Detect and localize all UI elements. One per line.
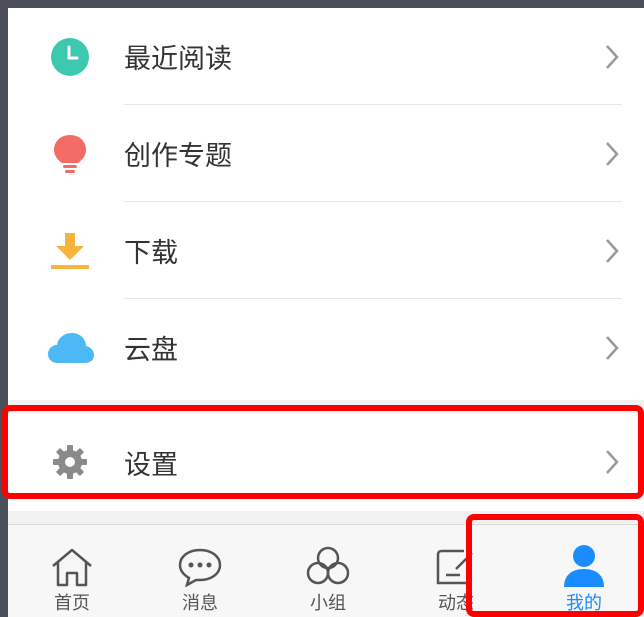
tab-label: 动态	[438, 593, 474, 614]
tab-messages[interactable]: 消息	[150, 525, 250, 617]
tab-label: 小组	[310, 593, 346, 614]
chevron-right-icon	[602, 333, 622, 363]
tab-activity[interactable]: 动态	[406, 525, 506, 617]
menu-item-settings[interactable]: 设置	[8, 413, 644, 511]
tab-label: 我的	[566, 593, 602, 614]
person-icon	[562, 543, 606, 587]
menu-item-creative-topics[interactable]: 创作专题	[8, 105, 644, 202]
clock-icon	[48, 35, 92, 79]
tab-label: 消息	[182, 593, 218, 614]
chevron-right-icon	[602, 447, 622, 477]
tab-groups[interactable]: 小组	[278, 525, 378, 617]
bottom-tab-bar: 首页 消息 小组 动态 我的	[8, 524, 644, 617]
home-icon	[50, 543, 94, 587]
menu-item-recent-reading[interactable]: 最近阅读	[8, 8, 644, 105]
download-icon	[48, 229, 92, 273]
settings-label: 设置	[124, 449, 178, 481]
menu-item-label: 最近阅读	[124, 44, 232, 75]
settings-card: 设置	[8, 413, 644, 511]
group-circles-icon	[305, 543, 351, 587]
menu-item-label: 云盘	[124, 335, 178, 366]
menu-item-download[interactable]: 下载	[8, 202, 644, 299]
lightbulb-icon	[48, 132, 92, 176]
menu-item-label: 下载	[124, 238, 178, 269]
tab-home[interactable]: 首页	[22, 525, 122, 617]
menu-item-cloud-disk[interactable]: 云盘	[8, 299, 644, 396]
edit-note-icon	[434, 543, 478, 587]
chevron-right-icon	[602, 236, 622, 266]
screen: 最近阅读 创作专题 下载 云盘 设置 首页 消息 小组 动态 我的	[8, 8, 644, 617]
tab-me[interactable]: 我的	[534, 525, 634, 617]
chevron-right-icon	[602, 139, 622, 169]
gear-icon	[48, 440, 92, 484]
menu-card: 最近阅读 创作专题 下载 云盘	[8, 8, 644, 400]
cloud-icon	[46, 326, 96, 370]
menu-item-label: 创作专题	[124, 141, 232, 172]
chevron-right-icon	[602, 42, 622, 72]
chat-bubble-icon	[177, 543, 223, 587]
tab-label: 首页	[54, 593, 90, 614]
